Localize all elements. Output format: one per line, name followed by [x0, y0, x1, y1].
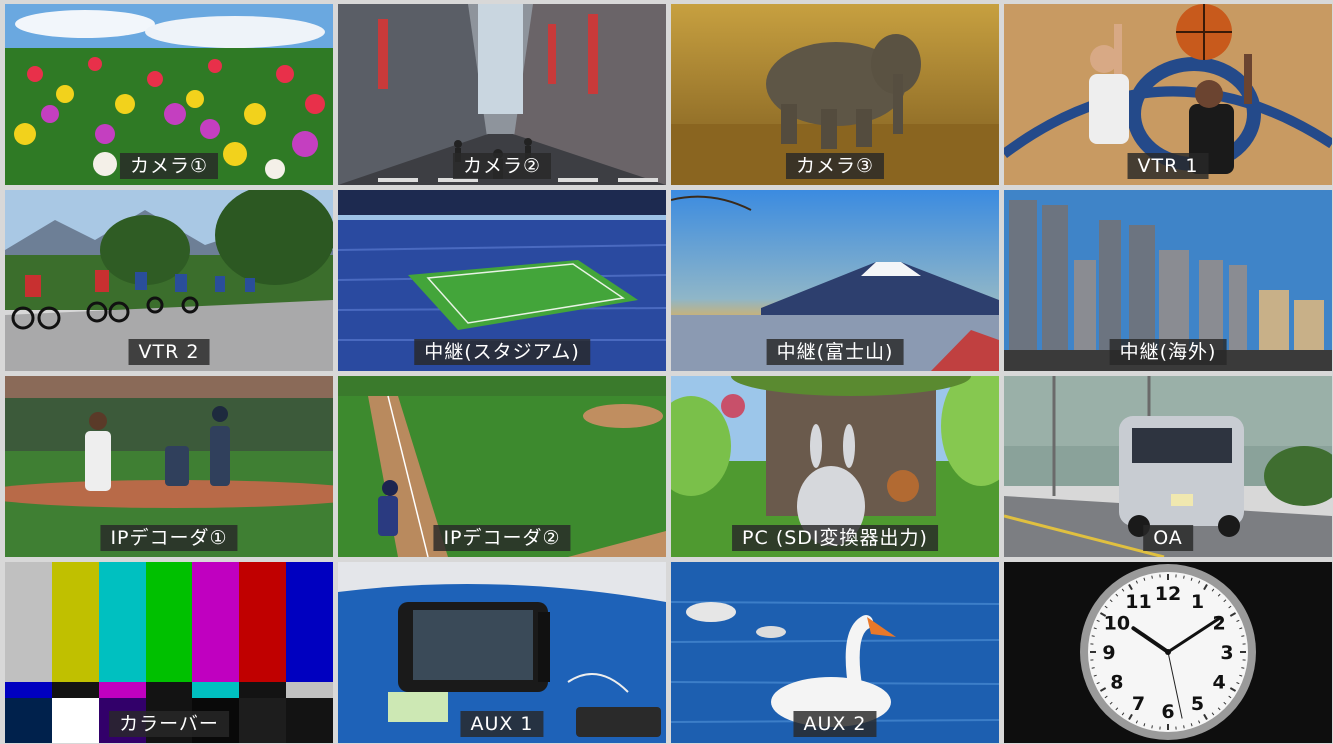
tile-label: 中継(スタジアム): [414, 339, 590, 365]
multiviewer-grid: カメラ① カメラ② カメラ③ VTR 1 VTR 2 中継(スタジアム) 中継(…: [0, 0, 1333, 744]
clock-number: 5: [1191, 693, 1204, 715]
tile-label: IPデコーダ①: [100, 525, 238, 551]
analog-clock: 12 1 2 3 4 5 6 7 8 9 10 11: [1004, 562, 1332, 743]
tile-label: カメラ②: [452, 153, 552, 179]
tile-label: カメラ③: [785, 153, 885, 179]
clock-tick: [1151, 575, 1153, 579]
color-bar-segment: [239, 682, 287, 698]
clock-tick: [1183, 725, 1185, 729]
color-bar-segment: [5, 562, 52, 682]
clock-number: 1: [1191, 591, 1204, 613]
tile-label: OA: [1143, 525, 1193, 551]
tile-label: 中継(海外): [1109, 339, 1227, 365]
tile-label: IPデコーダ②: [433, 525, 571, 551]
tile-color-bars[interactable]: カラーバー: [5, 562, 333, 743]
color-bar-segment: [286, 562, 333, 682]
tile-label: PC (SDI変換器出力): [732, 525, 938, 551]
tile-clock[interactable]: 12 1 2 3 4 5 6 7 8 9 10 11: [1004, 562, 1332, 743]
clock-tick: [1241, 635, 1245, 637]
tile-ip-decoder1[interactable]: IPデコーダ①: [5, 376, 333, 557]
tile-label: VTR 1: [1127, 153, 1209, 179]
clock-number: 2: [1212, 613, 1225, 635]
tile-label: カラーバー: [109, 711, 229, 737]
clock-number: 9: [1102, 642, 1115, 664]
color-bar-segment: [98, 562, 146, 682]
tile-ip-decoder2[interactable]: IPデコーダ②: [338, 376, 666, 557]
color-bar-segment: [286, 682, 333, 698]
tile-label: 中継(富士山): [766, 339, 904, 365]
clock-number: 7: [1132, 693, 1145, 715]
clock-tick: [1241, 667, 1245, 669]
tile-camera1[interactable]: カメラ①: [5, 4, 333, 185]
tile-label: AUX 2: [793, 711, 877, 737]
color-bar-segment: [286, 698, 333, 743]
tile-relay-overseas[interactable]: 中継(海外): [1004, 190, 1332, 371]
clock-tick: [1091, 635, 1095, 637]
clock-tick: [1151, 725, 1153, 729]
color-bar-segment: [145, 682, 193, 698]
clock-number: 12: [1155, 583, 1181, 605]
color-bar-segment: [239, 562, 287, 682]
tile-camera2[interactable]: カメラ②: [338, 4, 666, 185]
color-bar-segment: [51, 682, 99, 698]
color-bar-segment: [192, 562, 240, 682]
clock-number: 8: [1110, 672, 1123, 694]
tile-camera3[interactable]: カメラ③: [671, 4, 999, 185]
tile-label: AUX 1: [460, 711, 544, 737]
clock-number: 4: [1212, 672, 1225, 694]
color-bar-segment: [51, 562, 99, 682]
clock-number: 3: [1220, 642, 1233, 664]
tile-aux2[interactable]: AUX 2: [671, 562, 999, 743]
tile-relay-stadium[interactable]: 中継(スタジアム): [338, 190, 666, 371]
tile-label: カメラ①: [119, 153, 219, 179]
clock-face: 12 12 3 45678 9 1011: [1080, 564, 1256, 740]
tile-vtr2[interactable]: VTR 2: [5, 190, 333, 371]
tile-pc-sdi[interactable]: PC (SDI変換器出力): [671, 376, 999, 557]
color-bar-segment: [98, 682, 146, 698]
tile-relay-fuji[interactable]: 中継(富士山): [671, 190, 999, 371]
color-bar-segment: [239, 698, 287, 743]
clock-tick: [1091, 667, 1095, 669]
color-bar-segment: [5, 682, 52, 698]
tile-vtr1[interactable]: VTR 1: [1004, 4, 1332, 185]
clock-tick: [1183, 575, 1185, 579]
tile-oa[interactable]: OA: [1004, 376, 1332, 557]
clock-number: 10: [1104, 613, 1130, 635]
tile-aux1[interactable]: AUX 1: [338, 562, 666, 743]
color-bar-segment: [192, 682, 240, 698]
color-bar-segment: [51, 698, 99, 743]
color-bar-segment: [5, 698, 52, 743]
clock-number: 11: [1125, 591, 1151, 613]
clock-number: 6: [1161, 701, 1174, 723]
tile-label: VTR 2: [128, 339, 210, 365]
color-bar-segment: [145, 562, 193, 682]
